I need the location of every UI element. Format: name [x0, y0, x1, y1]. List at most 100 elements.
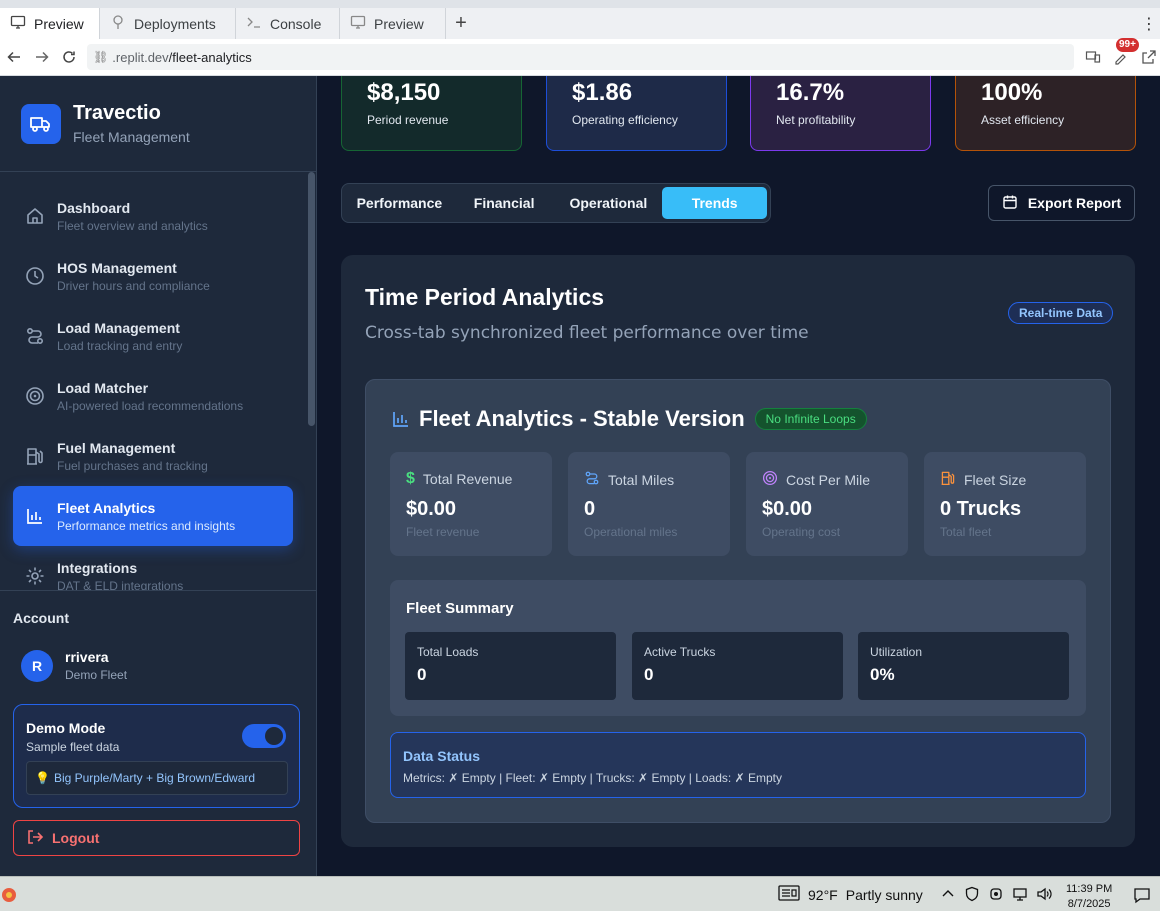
stat-total-revenue: $ Total Revenue $0.00 Fleet revenue [390, 452, 552, 556]
logout-button[interactable]: Logout [13, 820, 300, 856]
logout-label: Logout [52, 830, 100, 846]
stat-value: 0 [584, 498, 596, 520]
summary-label: Active Trucks [644, 645, 716, 659]
sidebar-item-label: Fleet Analytics [57, 499, 156, 516]
url-host: .replit.dev [112, 49, 169, 65]
kpi-value: 100% [981, 79, 1043, 106]
sidebar-item-label: Load Matcher [57, 379, 149, 396]
user-profile[interactable]: R rrivera Demo Fleet [21, 649, 127, 682]
notification-icon[interactable] [1133, 886, 1151, 909]
kpi-card-revenue: $8,150 Period revenue [341, 76, 522, 151]
data-status-line: Metrics: ✗ Empty | Fleet: ✗ Empty | Truc… [403, 771, 782, 785]
deploy-icon [110, 14, 126, 33]
sidebar-item-fleet-analytics[interactable]: Fleet Analytics Performance metrics and i… [13, 486, 293, 546]
panel-title: Time Period Analytics [365, 284, 605, 310]
browser-top-strip [0, 0, 1160, 8]
demo-mode-subtitle: Sample fleet data [26, 740, 120, 754]
browser-tab-preview-2[interactable]: Preview [340, 8, 446, 39]
avatar: R [21, 649, 53, 682]
sidebar-item-integrations[interactable]: Integrations DAT & ELD integrations [13, 546, 293, 590]
kpi-value: $8,150 [367, 79, 441, 106]
data-status-title: Data Status [403, 748, 481, 764]
sidebar-item-dashboard[interactable]: Dashboard Fleet overview and analytics [13, 186, 293, 246]
stat-total-miles: Total Miles 0 Operational miles [568, 452, 730, 556]
sidebar-item-load-management[interactable]: Load Management Load tracking and entry [13, 306, 293, 366]
tab-label: Preview [34, 15, 84, 32]
sidebar-item-label: Load Management [57, 319, 180, 336]
sidebar-item-desc: Load tracking and entry [57, 338, 183, 353]
chevron-up-icon[interactable] [940, 886, 956, 907]
sidebar-item-label: Fuel Management [57, 439, 176, 456]
fuel-icon [940, 470, 956, 489]
export-label: Export Report [1027, 195, 1122, 211]
tab-operational[interactable]: Operational [555, 187, 663, 219]
export-report-button[interactable]: Export Report [988, 185, 1135, 221]
data-status: Data Status Metrics: ✗ Empty | Fleet: ✗ … [390, 732, 1086, 798]
tab-performance[interactable]: Performance [345, 187, 454, 219]
brand: Travectio Fleet Management [0, 76, 316, 172]
stat-sub: Operational miles [584, 525, 678, 539]
toggle-knob [265, 727, 283, 745]
stat-label: Total Revenue [422, 471, 513, 487]
stat-fleet-size: Fleet Size 0 Trucks Total fleet [924, 452, 1086, 556]
app-icon[interactable] [0, 885, 18, 905]
realtime-badge: Real-time Data [1008, 302, 1114, 324]
kpi-label: Net profitability [776, 113, 856, 127]
demo-note-text: Big Purple/Marty + Big Brown/Edward [53, 771, 256, 785]
reload-button[interactable] [55, 43, 83, 71]
sidebar-item-label: Dashboard [57, 199, 131, 216]
network-icon[interactable] [1012, 886, 1028, 907]
stat-label: Total Miles [608, 471, 675, 488]
link-icon: ⛓ [93, 50, 109, 64]
browser-tab-console[interactable]: Console [236, 8, 340, 39]
weather-widget[interactable]: 92°F Partly sunny [778, 884, 923, 905]
tab-financial[interactable]: Financial [454, 187, 555, 219]
kpi-label: Asset efficiency [981, 113, 1065, 127]
arrow-right-icon [35, 51, 49, 63]
forward-button[interactable] [28, 43, 56, 71]
sidebar-item-load-matcher[interactable]: Load Matcher AI-powered load recommendati… [13, 366, 293, 426]
browser-tab-deployments[interactable]: Deployments [100, 8, 236, 39]
kpi-card-profitability: 16.7% Net profitability [750, 76, 931, 151]
kpi-value: $1.86 [572, 79, 633, 106]
notification-badge: 99+ [1116, 38, 1139, 52]
arrow-left-icon [7, 51, 20, 63]
clock[interactable]: 11:39 PM 8/7/2025 [1066, 882, 1112, 911]
shield-icon[interactable] [964, 886, 980, 907]
tab-label: Console [270, 15, 322, 32]
logout-icon [26, 828, 44, 849]
gear-icon [25, 566, 45, 586]
volume-icon[interactable] [1036, 886, 1052, 907]
stat-label: Cost Per Mile [786, 471, 871, 488]
address-bar: ⛓ .replit.dev/fleet-analytics 99+ [0, 38, 1160, 76]
terminal-icon [246, 14, 262, 33]
bar-chart-icon [25, 506, 45, 526]
sidebar-item-label: HOS Management [57, 259, 177, 276]
meet-icon[interactable] [988, 886, 1004, 907]
more-menu-icon[interactable]: ⋮ [1138, 8, 1160, 39]
demo-mode-toggle[interactable] [242, 724, 286, 748]
summary-total-loads: Total Loads 0 [405, 632, 616, 700]
devices-icon[interactable] [1082, 46, 1104, 68]
stat-value: $0.00 [406, 498, 457, 520]
url-field[interactable]: ⛓ .replit.dev/fleet-analytics [87, 44, 1074, 70]
stat-value: $0.00 [762, 498, 813, 520]
back-button[interactable] [0, 43, 28, 71]
monitor-icon [10, 14, 26, 33]
lightbulb-icon: 💡 [35, 771, 50, 785]
tab-trends[interactable]: Trends [662, 187, 768, 219]
sidebar-item-fuel[interactable]: Fuel Management Fuel purchases and tracki… [13, 426, 293, 486]
sidebar-scrollbar[interactable] [308, 172, 315, 426]
brand-title: Travectio [73, 102, 161, 124]
open-external-icon[interactable] [1138, 46, 1160, 68]
extensions-icon[interactable]: 99+ [1110, 38, 1139, 68]
new-tab-button[interactable]: + [446, 8, 476, 39]
sidebar-item-hos[interactable]: HOS Management Driver hours and complianc… [13, 246, 293, 306]
browser-tab-preview[interactable]: Preview [0, 8, 100, 39]
demo-mode-note: 💡 Big Purple/Marty + Big Brown/Edward [26, 761, 288, 795]
route-icon [25, 326, 45, 346]
brand-subtitle: Fleet Management [73, 129, 190, 145]
sidebar-item-desc: Performance metrics and insights [57, 518, 236, 533]
clock-time: 11:39 PM [1066, 883, 1113, 895]
clock-date: 8/7/2025 [1067, 898, 1111, 910]
